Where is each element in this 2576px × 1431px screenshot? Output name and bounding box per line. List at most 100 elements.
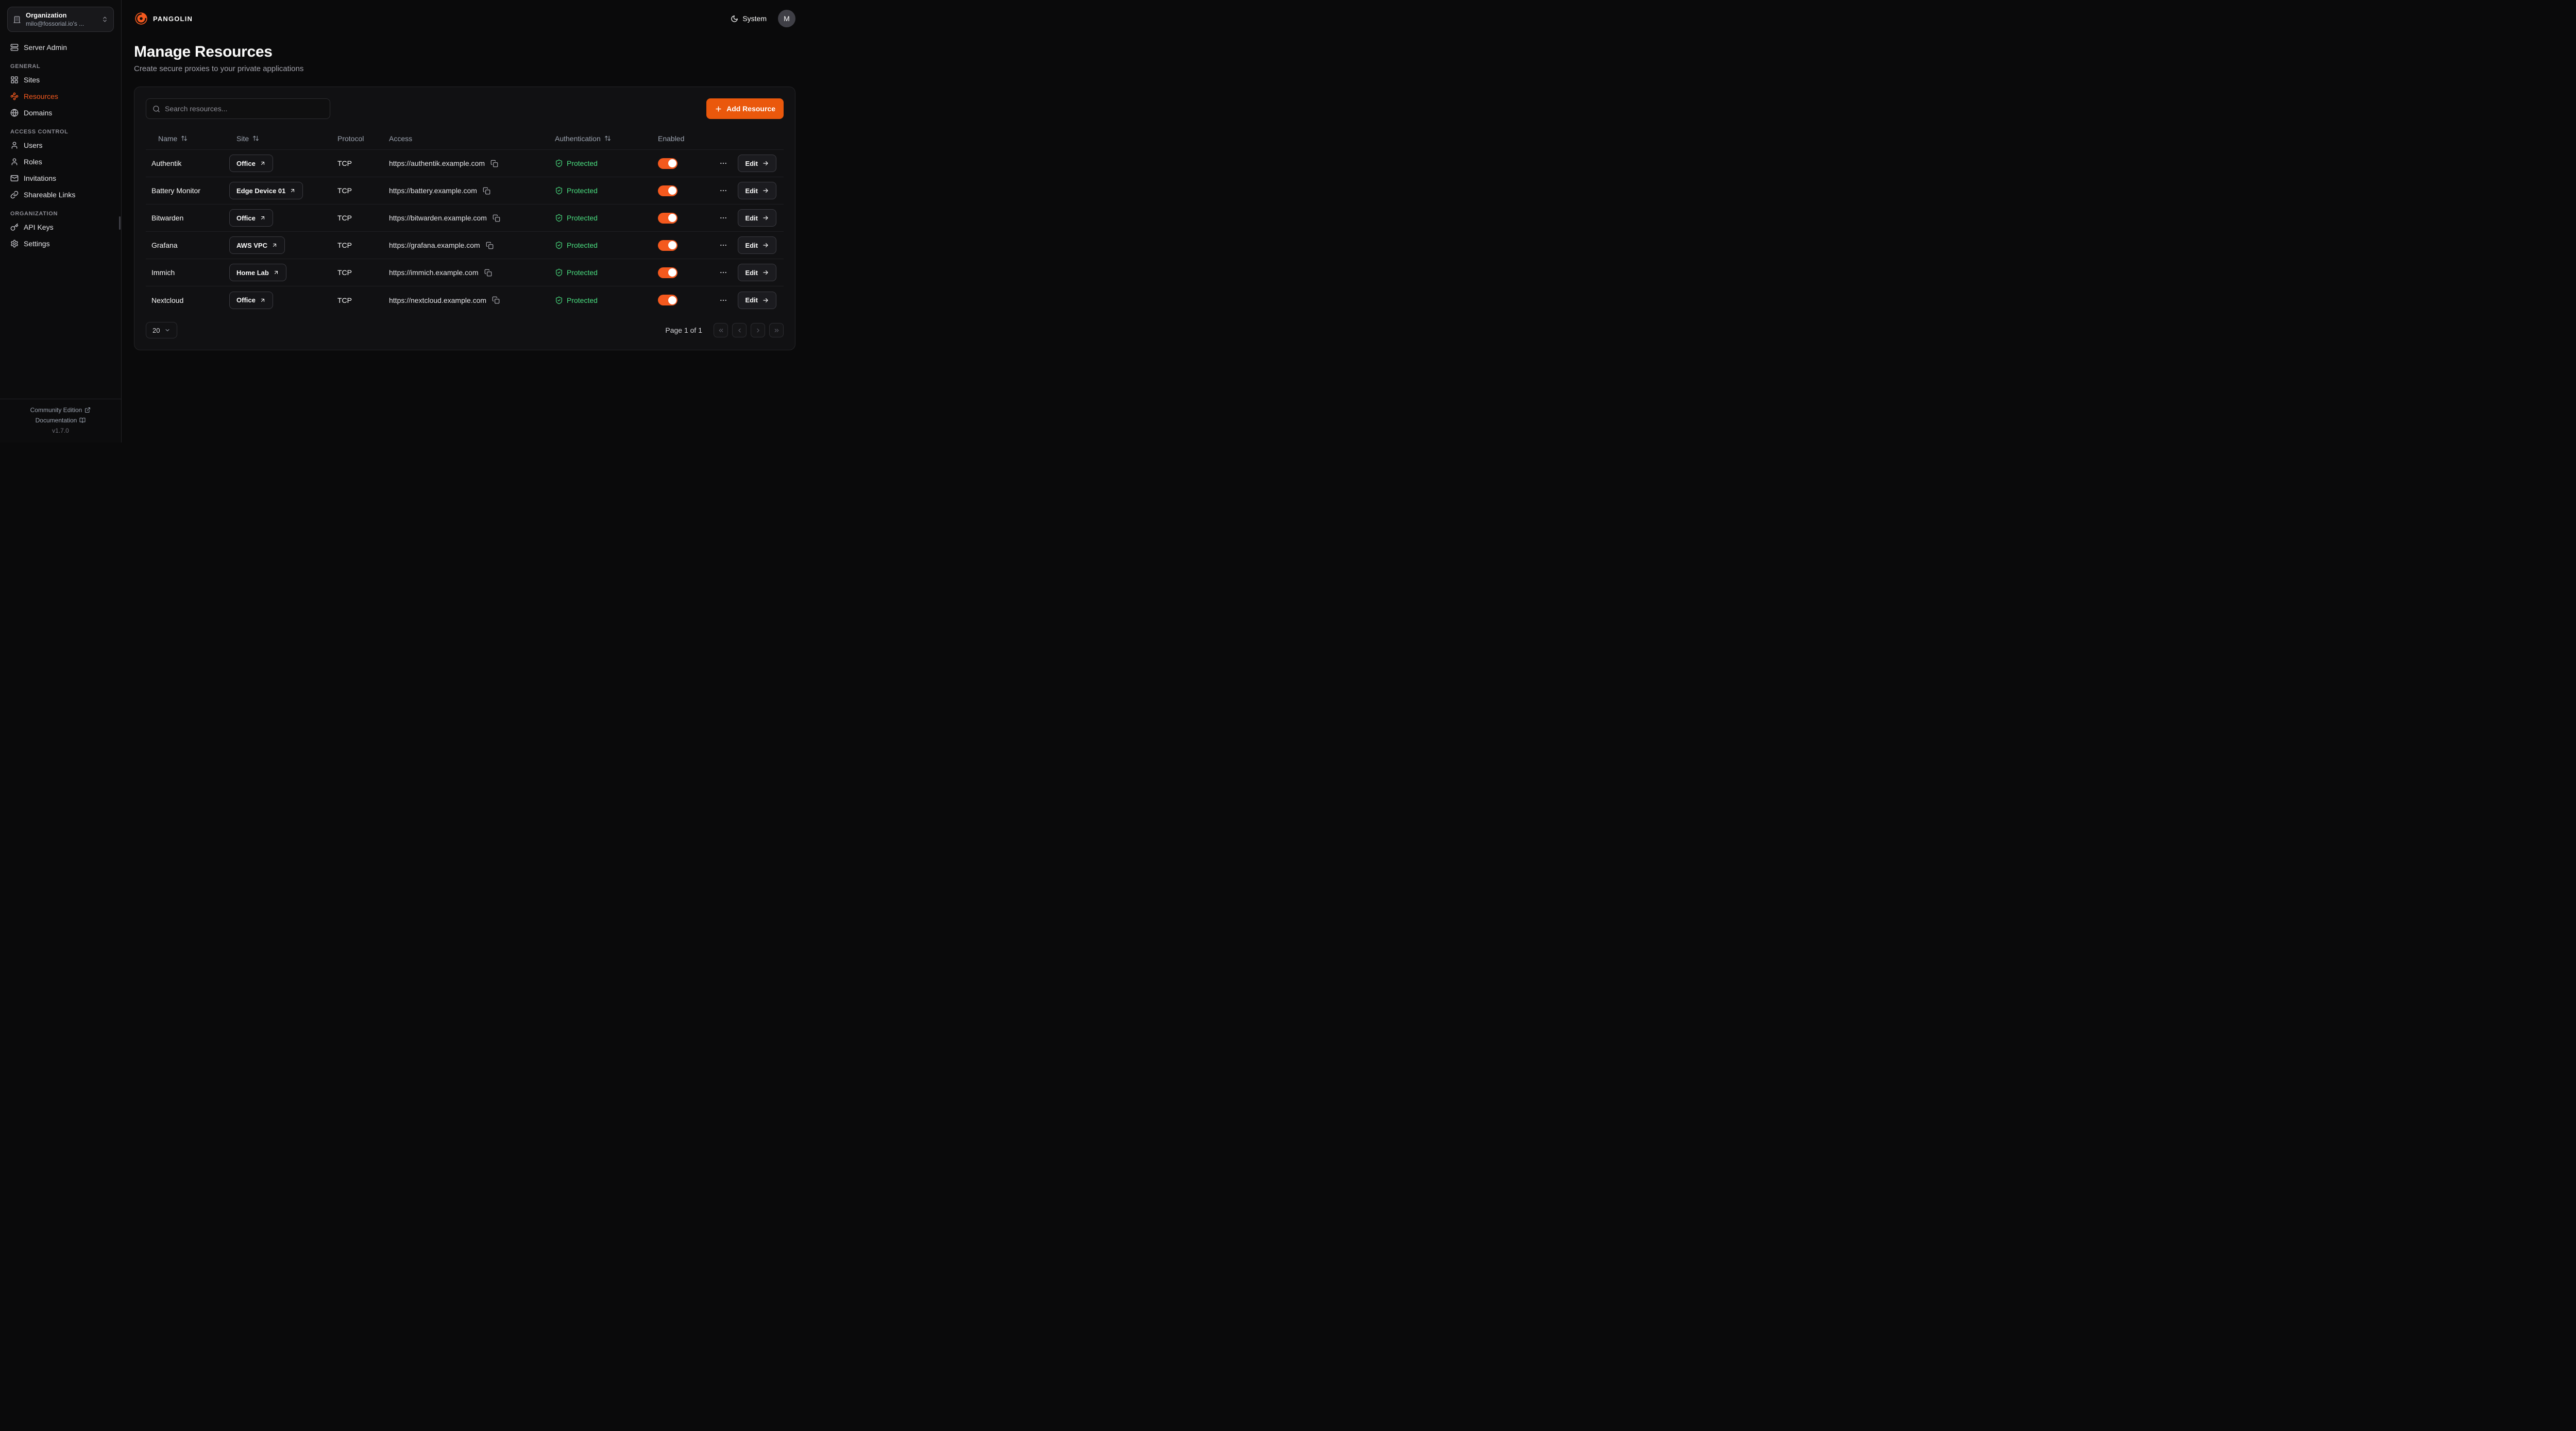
chevron-down-icon [164,327,171,333]
edit-button[interactable]: Edit [738,209,776,227]
add-resource-button[interactable]: Add Resource [706,98,784,119]
enabled-toggle[interactable] [658,213,677,224]
previous-page-button[interactable] [732,323,747,337]
row-menu-button[interactable] [717,212,730,224]
sidebar-item-invitations[interactable]: Invitations [7,170,114,186]
edit-button[interactable]: Edit [738,182,776,199]
theme-label: System [742,14,767,23]
resource-name: Immich [151,268,229,277]
copy-icon [483,187,490,195]
protocol: TCP [337,241,389,249]
column-header-authentication[interactable]: Authentication [555,134,658,143]
page-indicator: Page 1 of 1 [665,326,702,334]
theme-toggle-button[interactable]: System [731,14,767,23]
access-url: https://grafana.example.com [389,241,480,249]
column-header-site[interactable]: Site [229,134,337,143]
sidebar-item-label: Shareable Links [24,191,75,199]
last-page-button[interactable] [769,323,784,337]
sidebar-item-shareable-links[interactable]: Shareable Links [7,186,114,203]
site-chip[interactable]: Home Lab [229,264,286,281]
page-header: Manage Resources Create secure proxies t… [134,43,795,73]
copy-button[interactable] [491,295,501,305]
row-menu-button[interactable] [717,239,730,251]
page-size-select[interactable]: 20 [146,322,177,338]
edit-button[interactable]: Edit [738,236,776,254]
next-page-button[interactable] [751,323,765,337]
avatar[interactable]: M [778,10,795,27]
enabled-toggle[interactable] [658,185,677,196]
sidebar-item-label: Settings [24,240,50,248]
sidebar-footer: Community Edition Documentation v1.7.0 [0,399,121,442]
copy-icon [490,160,498,167]
sidebar-item-api-keys[interactable]: API Keys [7,219,114,235]
row-menu-button[interactable] [717,184,730,197]
sidebar-item-resources[interactable]: Resources [7,88,114,105]
enabled-toggle[interactable] [658,295,677,305]
sidebar-item-label: Server Admin [24,43,67,52]
edit-button[interactable]: Edit [738,155,776,172]
shield-check-icon [555,241,563,249]
sidebar: Organization milo@fossorial.io's ... Ser… [0,0,122,442]
auth-badge: Protected [555,159,658,167]
sidebar-item-sites[interactable]: Sites [7,72,114,88]
row-menu-button[interactable] [717,294,730,306]
gear-icon [10,240,19,248]
auth-badge: Protected [555,268,658,277]
toolbar: Add Resource [146,98,784,119]
copy-button[interactable] [483,268,493,278]
table-row: Nextcloud Office TCP https://nextcloud.e… [146,286,784,314]
row-menu-button[interactable] [717,157,730,169]
server-icon [10,43,19,52]
auth-badge: Protected [555,186,658,195]
copy-button[interactable] [485,241,495,250]
site-chip[interactable]: Edge Device 01 [229,182,303,199]
brand-name: PANGOLIN [153,15,193,23]
row-menu-button[interactable] [717,266,730,279]
copy-button[interactable] [482,186,492,196]
site-chip[interactable]: Office [229,155,273,172]
copy-button[interactable] [492,213,501,223]
community-edition-link[interactable]: Community Edition [0,405,121,415]
arrow-up-right-icon [260,215,266,221]
sidebar-item-users[interactable]: Users [7,137,114,154]
auth-badge: Protected [555,296,658,304]
documentation-link[interactable]: Documentation [0,415,121,425]
page-subtitle: Create secure proxies to your private ap… [134,64,795,73]
table-row: Battery Monitor Edge Device 01 TCP https… [146,177,784,205]
shield-check-icon [555,186,563,195]
first-page-button[interactable] [714,323,728,337]
table-row: Immich Home Lab TCP https://immich.examp… [146,259,784,286]
org-selector[interactable]: Organization milo@fossorial.io's ... [7,7,114,32]
sort-icon [252,135,259,142]
enabled-toggle[interactable] [658,267,677,278]
copy-icon [484,269,492,277]
sidebar-item-server-admin[interactable]: Server Admin [7,39,114,56]
plus-icon [715,105,722,113]
external-link-icon [84,407,91,413]
ellipsis-icon [719,241,727,249]
enabled-toggle[interactable] [658,158,677,169]
column-header-name[interactable]: Name [151,134,229,143]
user-icon [10,158,19,166]
copy-button[interactable] [489,159,499,168]
sidebar-item-label: Sites [24,76,40,84]
chevron-left-icon [736,327,743,334]
site-chip[interactable]: Office [229,209,273,227]
site-chip[interactable]: AWS VPC [229,236,285,254]
sidebar-item-domains[interactable]: Domains [7,105,114,121]
table-row: Grafana AWS VPC TCP https://grafana.exam… [146,232,784,259]
org-title: Organization [26,11,97,19]
edit-button[interactable]: Edit [738,292,776,309]
edit-button[interactable]: Edit [738,264,776,281]
site-chip[interactable]: Office [229,292,273,309]
sidebar-item-roles[interactable]: Roles [7,154,114,170]
resources-table: Name Site Protocol Access Authentication… [146,127,784,314]
pangolin-logo [134,11,148,26]
arrow-up-right-icon [290,188,296,194]
enabled-toggle[interactable] [658,240,677,251]
search-icon [152,105,160,113]
building-icon [13,15,21,24]
sidebar-item-settings[interactable]: Settings [7,235,114,252]
search-input[interactable] [165,105,324,113]
sidebar-scrollbar-thumb[interactable] [119,216,121,230]
